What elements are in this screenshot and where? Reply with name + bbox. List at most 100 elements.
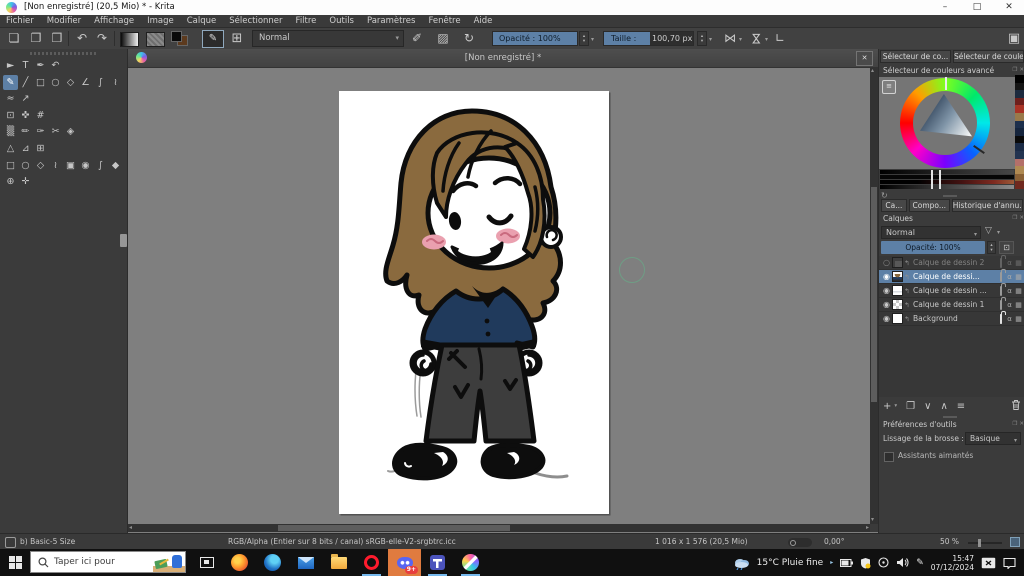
menu-parametres[interactable]: Paramètres (367, 15, 415, 27)
alpha-lock-icon[interactable]: ▦ (1014, 287, 1023, 295)
layer-name[interactable]: Calque de dessin 1 (911, 300, 996, 309)
tool-dynamic-brush[interactable]: ≈ (3, 91, 18, 106)
docker-resize-handle[interactable] (943, 416, 957, 418)
taskbar-discord[interactable]: 9+ (388, 549, 421, 576)
chevron-down-icon[interactable]: ▾ (739, 36, 742, 43)
tool-select-bezier[interactable]: ∫ (93, 158, 108, 173)
tool-freehand-brush[interactable]: ✎ (3, 75, 18, 90)
lock-icon[interactable] (996, 313, 1005, 324)
color-history-swatch[interactable] (1015, 120, 1024, 129)
chevron-down-icon[interactable]: ▾ (709, 36, 712, 43)
tool-measure[interactable]: ⊿ (18, 141, 33, 156)
security-shield-icon[interactable] (860, 557, 871, 569)
menu-selectionner[interactable]: Sélectionner (229, 15, 282, 27)
duplicate-layer-button[interactable]: ❐ (906, 401, 915, 412)
taskbar-task-view[interactable] (190, 549, 223, 576)
tool-calligraphy[interactable]: ↶ (48, 58, 63, 73)
new-document-icon[interactable]: ❏ (6, 28, 22, 49)
layer-blend-mode-dropdown[interactable]: Normal ▾ (881, 226, 981, 239)
advanced-color-selector[interactable]: ≡ (879, 77, 1015, 169)
alpha-lock-icon[interactable]: ▦ (1014, 315, 1023, 323)
visibility-toggle[interactable]: ◉ (881, 286, 892, 295)
layer-filter-icon[interactable]: ▽ (985, 226, 992, 236)
touch-keyboard-icon[interactable] (981, 557, 996, 569)
tool-transform[interactable]: ⊡ (3, 108, 18, 123)
blending-mode-dropdown[interactable]: Normal ▾ (252, 30, 404, 47)
zoom-slider[interactable] (968, 539, 1002, 547)
docker-float-close-icons[interactable]: ❐✕ (1012, 213, 1024, 224)
selection-mode-icon[interactable] (5, 537, 16, 548)
brush-presets-button[interactable]: ⊞ (228, 28, 246, 49)
menu-outils[interactable]: Outils (329, 15, 354, 27)
horizontal-scrollbar[interactable]: ◂ ▸ (128, 524, 870, 532)
layer-opacity-spinner[interactable]: ▴ ▾ (987, 241, 996, 254)
layer-name[interactable]: Calque de dessin ... (911, 286, 996, 295)
color-history-swatch[interactable] (1015, 181, 1024, 189)
color-history-swatch[interactable] (1015, 97, 1024, 106)
layer-thumbnail[interactable] (892, 313, 903, 324)
scroll-left-icon[interactable]: ◂ (129, 524, 132, 532)
canvas-rotation-reset[interactable] (788, 538, 812, 547)
tab-ca[interactable]: Ca... (881, 199, 907, 212)
advanced-color-selector-header[interactable]: Sélecteur de couleurs avancé ❐✕ (879, 65, 1024, 76)
tool-rectangle[interactable]: □ (33, 75, 48, 90)
layer-row[interactable]: ◉ ↰ Background α ▦ (879, 312, 1024, 326)
color-history-swatch[interactable] (1015, 143, 1024, 151)
inherit-alpha-icon[interactable]: α (1005, 287, 1014, 295)
color-history-swatch[interactable] (1015, 173, 1024, 182)
layer-opacity-slider[interactable]: Opacité: 100% (881, 241, 985, 254)
color-slider-bar[interactable] (880, 180, 1014, 184)
tool-select-magnetic[interactable]: ◆ (108, 158, 123, 173)
menu-filtre[interactable]: Filtre (296, 15, 317, 27)
scroll-down-icon[interactable]: ▾ (871, 516, 874, 524)
tool-select-shapes[interactable]: ► (3, 58, 18, 73)
collapsed-docker-tab[interactable] (120, 234, 127, 247)
tool-reference-images[interactable]: ⊞ (33, 141, 48, 156)
gradient-chooser[interactable] (120, 32, 139, 47)
lock-icon[interactable] (996, 271, 1005, 282)
canvas-area[interactable]: [Non enregistré] * ✕ ◂ ▸ ▴ ▾ (128, 49, 878, 533)
taskbar-krita[interactable] (454, 549, 487, 576)
preserve-alpha-button[interactable]: ▨ (432, 28, 454, 49)
tool-select-polygonal[interactable]: ◇ (33, 158, 48, 173)
document-subwindow-titlebar[interactable]: [Non enregistré] * ✕ (128, 49, 878, 68)
tool-assistants[interactable]: △ (3, 141, 18, 156)
move-layer-up-button[interactable]: ∧ (940, 401, 947, 412)
menu-calque[interactable]: Calque (187, 15, 217, 27)
layer-row[interactable]: ○ ↰ Calque de dessin 2 α ▦ (879, 256, 1024, 270)
taskbar-mail[interactable] (289, 549, 322, 576)
color-history-swatch[interactable] (1015, 75, 1024, 83)
taskbar-search-input[interactable]: Taper ici pour (30, 551, 186, 573)
layer-options-button[interactable]: ⊡ (999, 241, 1014, 254)
tab-compo[interactable]: Compo... (908, 199, 950, 212)
tool-line[interactable]: ╱ (18, 75, 33, 90)
wraparound-mode-icon[interactable]: ∟ (772, 28, 788, 49)
tab-annulation[interactable]: Historique d'annu... (951, 199, 1023, 212)
tool-ellipse[interactable]: ○ (48, 75, 63, 90)
inherit-alpha-icon[interactable]: α (1005, 315, 1014, 323)
canvas-page[interactable] (339, 91, 609, 514)
layer-thumbnail[interactable] (892, 271, 903, 282)
tool-color-sampler[interactable]: ✏ (18, 124, 33, 139)
open-document-icon[interactable]: ❐ (28, 28, 44, 49)
visibility-toggle[interactable]: ◉ (881, 314, 892, 323)
tool-edit-shapes[interactable]: ✒ (33, 58, 48, 73)
start-button[interactable] (0, 549, 30, 576)
tool-text[interactable]: T (18, 58, 33, 73)
tab-selector-wide[interactable]: Sélecteur de coule... (953, 50, 1024, 63)
vertical-scrollbar[interactable]: ▴ ▾ (870, 67, 878, 524)
minimize-button[interactable]: – (930, 0, 960, 15)
tool-select-similar[interactable]: ▣ (63, 158, 78, 173)
mirror-vertical-icon[interactable]: ⋈ (746, 31, 767, 47)
pen-input-icon[interactable]: ✎ (916, 558, 924, 568)
color-history-button[interactable]: ≡ (882, 80, 896, 94)
color-slider-bars[interactable] (880, 170, 1014, 190)
chevron-down-icon[interactable]: ▾ (765, 36, 768, 43)
tool-fill[interactable]: ◈ (63, 124, 78, 139)
color-history-swatch[interactable] (1015, 166, 1024, 174)
pattern-chooser[interactable] (146, 32, 165, 47)
vertical-scrollbar-thumb[interactable] (871, 187, 877, 402)
mirror-horizontal-icon[interactable]: ⋈ (722, 28, 738, 49)
layer-thumbnail[interactable] (892, 299, 903, 310)
size-spinner[interactable]: ▴ ▾ (697, 31, 707, 46)
